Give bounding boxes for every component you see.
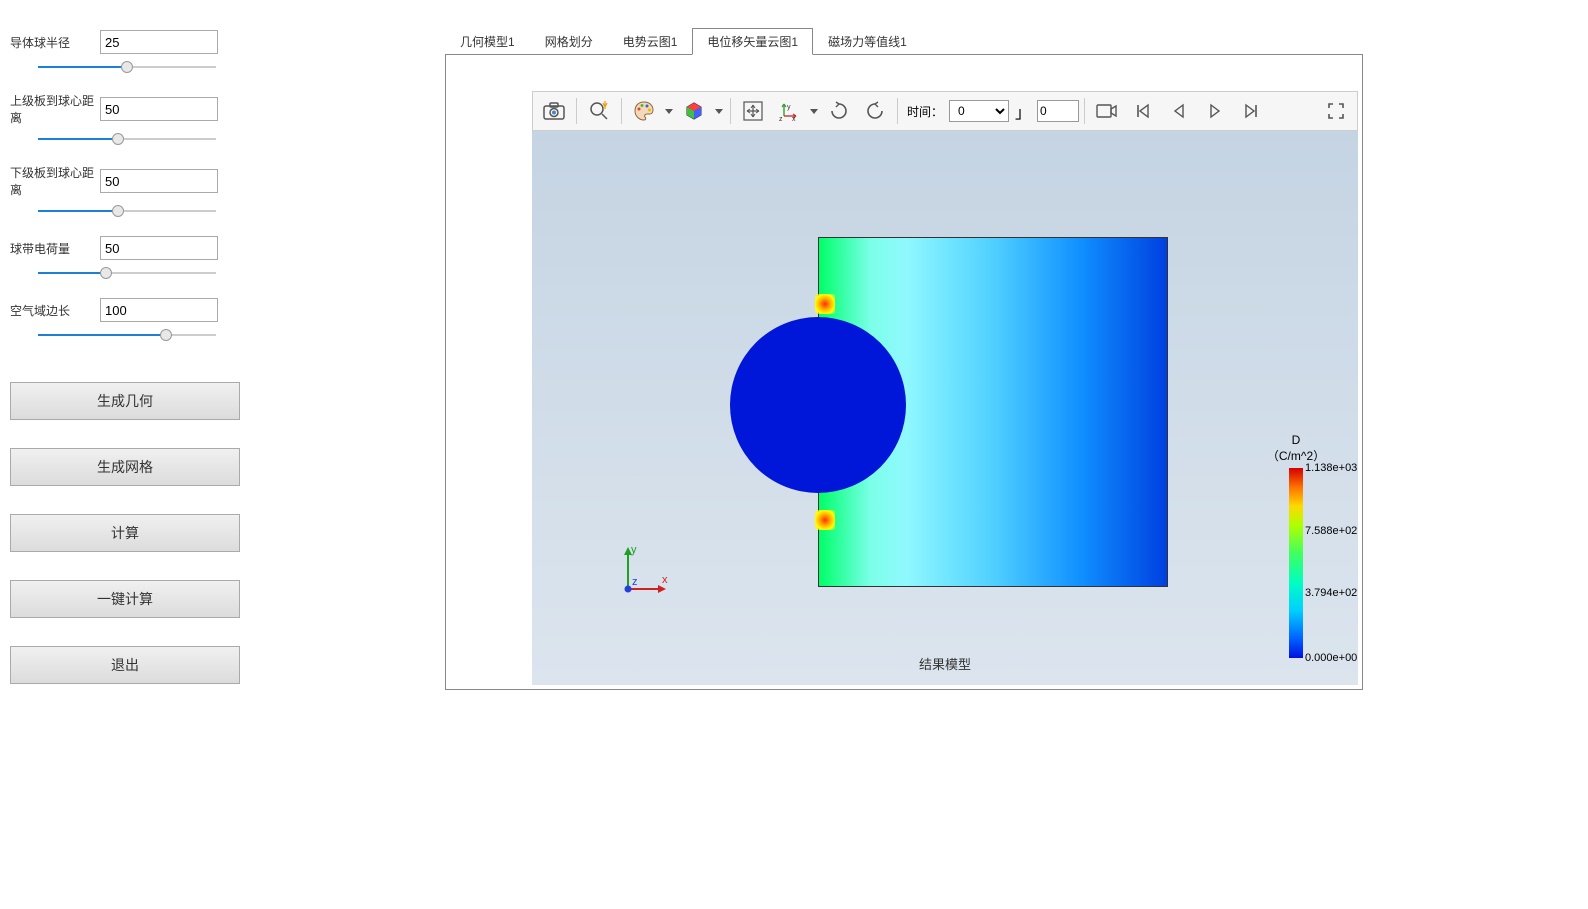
video-camera-icon[interactable] xyxy=(1090,94,1124,128)
generate-mesh-button[interactable]: 生成网格 xyxy=(10,448,240,486)
generate-geometry-button[interactable]: 生成几何 xyxy=(10,382,240,420)
one-click-compute-button[interactable]: 一键计算 xyxy=(10,580,240,618)
param-slider[interactable] xyxy=(38,204,216,218)
legend-title-1: D xyxy=(1248,433,1344,447)
param-row-1: 上级板到球心距离 xyxy=(10,92,250,146)
legend-tick: 3.794e+02 xyxy=(1305,587,1357,599)
parameter-panel: 导体球半径上级板到球心距离下级板到球心距离球带电荷量空气域边长 生成几何 生成网… xyxy=(10,30,250,712)
param-input[interactable] xyxy=(100,236,218,260)
viewport-frame: yxz 时间： 0 」 xyxy=(445,54,1363,690)
camera-icon[interactable] xyxy=(537,94,571,128)
exit-button[interactable]: 退出 xyxy=(10,646,240,684)
slider-thumb[interactable] xyxy=(121,61,133,73)
frame-input[interactable] xyxy=(1037,100,1079,122)
play-forward-icon[interactable] xyxy=(1198,94,1232,128)
param-label: 导体球半径 xyxy=(10,34,100,51)
param-slider[interactable] xyxy=(38,328,216,342)
svg-text:y: y xyxy=(787,104,791,111)
palette-icon[interactable] xyxy=(627,94,661,128)
svg-text:z: z xyxy=(779,116,783,122)
param-input[interactable] xyxy=(100,169,218,193)
skip-start-icon[interactable] xyxy=(1126,94,1160,128)
hotspot-bottom xyxy=(815,510,835,530)
main-area: 几何模型1网格划分电势云图1电位移矢量云图1磁场力等值线1 xyxy=(445,28,1363,690)
result-model-label: 结果模型 xyxy=(532,654,1358,673)
param-slider[interactable] xyxy=(38,266,216,280)
param-label: 下级板到球心距离 xyxy=(10,164,100,198)
param-slider[interactable] xyxy=(38,60,216,74)
slider-thumb[interactable] xyxy=(160,329,172,341)
tab-0[interactable]: 几何模型1 xyxy=(445,28,530,55)
axis-dropdown-icon[interactable] xyxy=(808,109,820,114)
tab-1[interactable]: 网格划分 xyxy=(530,28,608,55)
legend-tick: 1.138e+03 xyxy=(1305,462,1357,474)
slider-thumb[interactable] xyxy=(112,205,124,217)
fit-view-icon[interactable] xyxy=(736,94,770,128)
param-row-2: 下级板到球心距离 xyxy=(10,164,250,218)
cube-dropdown-icon[interactable] xyxy=(713,109,725,114)
param-row-3: 球带电荷量 xyxy=(10,236,250,280)
time-select[interactable]: 0 xyxy=(949,100,1009,122)
svg-text:z: z xyxy=(632,576,638,588)
viewport-toolbar: yx z 时间： 0 」 xyxy=(532,91,1358,131)
render-canvas[interactable]: y x z D （C/m^2） 1.138e+037.588e+023.794e… xyxy=(532,131,1358,685)
skip-end-icon[interactable] xyxy=(1234,94,1268,128)
palette-dropdown-icon[interactable] xyxy=(663,109,675,114)
svg-text:x: x xyxy=(662,574,668,586)
play-reverse-icon[interactable] xyxy=(1162,94,1196,128)
param-input[interactable] xyxy=(100,298,218,322)
param-label: 球带电荷量 xyxy=(10,240,100,257)
time-label: 时间： xyxy=(907,103,943,120)
param-input[interactable] xyxy=(100,30,218,54)
slider-thumb[interactable] xyxy=(100,267,112,279)
param-row-4: 空气域边长 xyxy=(10,298,250,342)
fullscreen-icon[interactable] xyxy=(1319,94,1353,128)
conductor-sphere xyxy=(730,317,906,493)
tab-4[interactable]: 磁场力等值线1 xyxy=(813,28,922,55)
rotate-ccw-icon[interactable] xyxy=(858,94,892,128)
compute-button[interactable]: 计算 xyxy=(10,514,240,552)
frame-separator-icon: 」 xyxy=(1015,99,1031,123)
param-label: 上级板到球心距离 xyxy=(10,92,100,126)
param-input[interactable] xyxy=(100,97,218,121)
tab-3[interactable]: 电位移矢量云图1 xyxy=(692,28,813,55)
axis-triad: y x z xyxy=(614,543,674,599)
color-legend: D （C/m^2） 1.138e+037.588e+023.794e+020.0… xyxy=(1248,433,1344,658)
legend-tick: 7.588e+02 xyxy=(1305,525,1357,537)
axis-orient-icon[interactable]: yx z xyxy=(772,94,806,128)
param-row-0: 导体球半径 xyxy=(10,30,250,74)
slider-thumb[interactable] xyxy=(112,133,124,145)
action-buttons: 生成几何 生成网格 计算 一键计算 退出 xyxy=(10,382,250,684)
rotate-cw-icon[interactable] xyxy=(822,94,856,128)
tabs: 几何模型1网格划分电势云图1电位移矢量云图1磁场力等值线1 xyxy=(445,28,1363,55)
zoom-spark-icon[interactable] xyxy=(582,94,616,128)
legend-bar: 1.138e+037.588e+023.794e+020.000e+00 xyxy=(1289,468,1303,658)
svg-text:y: y xyxy=(631,544,637,556)
param-label: 空气域边长 xyxy=(10,302,100,319)
svg-text:x: x xyxy=(792,116,796,122)
tab-2[interactable]: 电势云图1 xyxy=(608,28,693,55)
cube-icon[interactable] xyxy=(677,94,711,128)
hotspot-top xyxy=(815,294,835,314)
param-slider[interactable] xyxy=(38,132,216,146)
